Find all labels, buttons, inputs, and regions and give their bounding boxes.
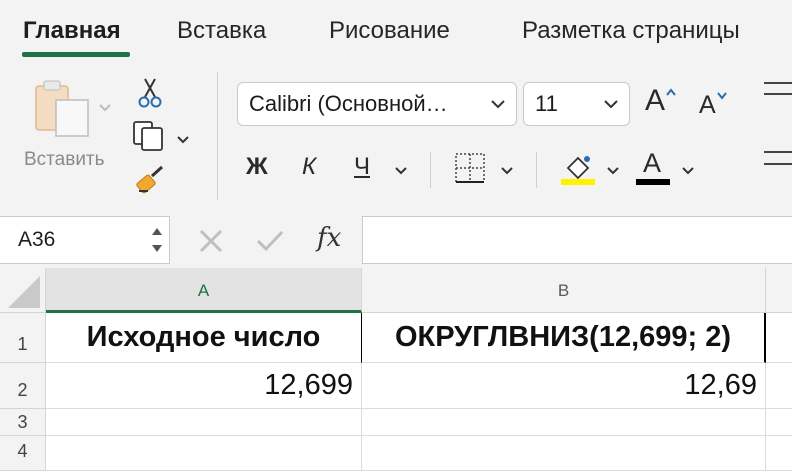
select-all-corner[interactable]	[0, 268, 46, 313]
copy-icon	[133, 121, 163, 151]
tab-insert[interactable]: Вставка	[177, 16, 266, 46]
formula-bar: A36 fx	[0, 210, 792, 268]
font-name-dropdown[interactable]: Calibri (Основной…	[237, 82, 517, 126]
cell-c1[interactable]	[766, 313, 792, 363]
ribbon-overflow-lines	[764, 151, 792, 153]
font-name-value: Calibri (Основной…	[249, 91, 448, 116]
increase-font-size-button[interactable]: A	[645, 86, 677, 116]
chevron-down-icon	[603, 83, 619, 125]
copy-options-chevron-icon[interactable]	[176, 132, 190, 150]
underline-button[interactable]: Ч	[354, 152, 370, 182]
font-color-swatch	[636, 179, 670, 185]
cell-a3[interactable]	[46, 409, 362, 436]
cell-a1[interactable]: Исходное число	[46, 313, 362, 363]
format-painter-icon	[136, 165, 164, 194]
scissors-icon	[138, 78, 162, 108]
column-header-a[interactable]: A	[46, 268, 362, 313]
font-size-value: 11	[535, 91, 558, 116]
font-color-chevron-icon[interactable]	[681, 163, 695, 181]
font-color-icon: A	[643, 148, 662, 178]
stepper-icon	[152, 228, 162, 252]
tab-home[interactable]: Главная	[23, 16, 121, 46]
chevron-down-icon	[490, 83, 506, 125]
row-header-3[interactable]: 3	[0, 409, 46, 436]
cancel-formula-icon[interactable]	[198, 228, 224, 259]
cell-c3[interactable]	[766, 409, 792, 436]
font-size-dropdown[interactable]: 11	[523, 82, 630, 126]
cell-b2[interactable]: 12,69	[362, 363, 766, 409]
cell-b3[interactable]	[362, 409, 766, 436]
decrease-font-size-button[interactable]: A	[699, 90, 728, 120]
cell-c2[interactable]	[766, 363, 792, 409]
caret-down-icon	[716, 92, 727, 100]
spreadsheet-grid: A B 1 Исходное число ОКРУГЛВНИЗ(12,699; …	[0, 268, 792, 471]
cell-c4[interactable]	[766, 436, 792, 471]
fill-color-button[interactable]	[560, 150, 596, 191]
row-header-2[interactable]: 2	[0, 363, 46, 409]
ribbon-overflow-lines	[764, 93, 792, 95]
cell-a4[interactable]	[46, 436, 362, 471]
paste-button[interactable]	[32, 78, 92, 138]
fill-color-chevron-icon[interactable]	[606, 163, 620, 181]
insert-function-button[interactable]: fx	[317, 223, 341, 253]
formula-input[interactable]	[362, 216, 792, 264]
ribbon-home: Вставить Calibri (Основной… 11 A A Ж К Ч…	[0, 62, 792, 210]
caret-up-icon	[666, 88, 676, 96]
borders-button[interactable]	[454, 152, 486, 189]
ribbon-tabs: Главная Вставка Рисование Разметка стран…	[0, 0, 792, 62]
tab-page-layout[interactable]: Разметка страницы	[522, 16, 740, 46]
ribbon-separator	[430, 152, 431, 188]
borders-icon	[455, 153, 485, 183]
borders-options-chevron-icon[interactable]	[500, 163, 514, 181]
active-tab-indicator	[22, 52, 130, 57]
cut-button[interactable]	[136, 77, 164, 114]
copy-button[interactable]	[132, 120, 168, 157]
font-color-button[interactable]: A	[636, 148, 670, 185]
ribbon-overflow-lines	[764, 163, 792, 165]
italic-button[interactable]: К	[302, 152, 316, 182]
name-box-value: A36	[18, 228, 56, 251]
paint-bucket-icon	[561, 156, 595, 185]
ribbon-separator	[536, 152, 537, 188]
cell-a2[interactable]: 12,699	[46, 363, 362, 409]
column-header-c[interactable]	[766, 268, 792, 313]
row-header-1[interactable]: 1	[0, 313, 46, 363]
paste-icon	[35, 80, 89, 137]
bold-button[interactable]: Ж	[246, 152, 268, 182]
ribbon-overflow-lines	[764, 82, 792, 84]
cell-b1[interactable]: ОКРУГЛВНИЗ(12,699; 2)	[362, 313, 766, 363]
cell-b4[interactable]	[362, 436, 766, 471]
name-box[interactable]: A36	[0, 216, 170, 264]
row-header-4[interactable]: 4	[0, 436, 46, 471]
enter-formula-icon[interactable]	[255, 228, 285, 259]
tab-draw[interactable]: Рисование	[329, 16, 450, 46]
paste-label: Вставить	[24, 149, 105, 170]
paste-options-chevron-icon[interactable]	[98, 100, 112, 118]
format-painter-button[interactable]	[134, 164, 166, 201]
underline-options-chevron-icon[interactable]	[394, 163, 408, 181]
ribbon-separator	[217, 72, 218, 200]
column-header-b[interactable]: B	[362, 268, 766, 313]
